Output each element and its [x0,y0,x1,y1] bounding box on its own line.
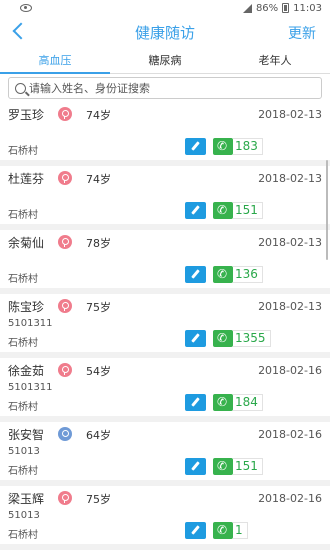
call-button[interactable]: 1355 [213,330,271,347]
patient-name: 徐金茹 [8,364,45,378]
patient-phone[interactable]: 184 [233,394,263,411]
call-button[interactable]: 136 [213,266,263,283]
patient-name: 陈宝珍 [8,300,45,314]
patient-card[interactable]: 杜莲芬 74岁 2018-02-13 石桥村 151 [0,166,330,224]
patient-village: 石桥村 [8,338,38,349]
patient-card[interactable]: 徐金茹 54岁 2018-02-16 5101311 石桥村 184 [0,358,330,416]
patient-id-number: 5101311 [8,382,53,393]
edit-pencil-icon[interactable] [185,330,206,347]
edit-pencil-icon[interactable] [185,458,206,475]
patient-name: 余菊仙 [8,236,45,250]
patient-age: 75岁 [86,301,111,314]
call-button[interactable]: 151 [213,458,263,475]
patient-card[interactable]: 梁玉辉 75岁 2018-02-16 51013 石桥村 1 [0,486,330,544]
female-icon [58,171,72,185]
followup-date: 2018-02-16 [258,492,322,505]
patient-list: 罗玉珍 74岁 2018-02-13 石桥村 183 杜莲芬 74岁 2018-02-13 石桥… [0,102,330,544]
female-icon [58,235,72,249]
patient-age: 64岁 [86,429,111,442]
patient-name: 杜莲芬 [8,172,45,186]
call-button[interactable]: 1 [213,522,248,539]
edit-pencil-icon[interactable] [185,522,206,539]
scrollbar[interactable] [326,160,328,260]
patient-village: 石桥村 [8,274,38,285]
call-button[interactable]: 184 [213,394,263,411]
tab-bar: 高血压 糖尿病 老年人 [0,48,330,74]
patient-age: 74岁 [86,173,111,186]
followup-date: 2018-02-16 [258,428,322,441]
tab-elderly[interactable]: 老年人 [220,48,330,73]
status-left [8,4,32,12]
female-icon [58,491,72,505]
patient-age: 74岁 [86,109,111,122]
patient-id-number: 5101311 [8,318,53,329]
page-title: 健康随访 [134,23,195,42]
patient-age: 54岁 [86,365,111,378]
search-box [8,77,322,99]
nav-bar: 健康随访 更新 [0,16,330,48]
refresh-button[interactable]: 更新 [288,23,316,43]
search-input[interactable] [29,81,321,95]
followup-date: 2018-02-13 [258,172,322,185]
back-arrow-icon[interactable] [12,23,26,37]
patient-phone[interactable]: 183 [233,138,263,155]
patient-village: 石桥村 [8,466,38,477]
edit-pencil-icon[interactable] [185,394,206,411]
edit-pencil-icon[interactable] [185,138,206,155]
phone-icon[interactable] [213,522,233,539]
patient-age: 75岁 [86,493,111,506]
female-icon [58,299,72,313]
call-button[interactable]: 151 [213,202,263,219]
patient-age: 78岁 [86,237,111,250]
battery-percent: 86% [255,2,279,14]
search-icon [15,82,26,94]
phone-icon[interactable] [213,330,233,347]
patient-id-number: 51013 [8,510,40,521]
phone-icon[interactable] [213,394,233,411]
patient-village: 石桥村 [8,210,38,221]
patient-name: 梁玉辉 [8,492,45,506]
phone-icon[interactable] [213,458,233,475]
status-right: 86% 11:03 [242,2,322,14]
patient-id-number: 51013 [8,446,40,457]
call-button[interactable]: 183 [213,138,263,155]
patient-card[interactable]: 陈宝珍 75岁 2018-02-13 5101311 石桥村 1355 [0,294,330,352]
phone-icon[interactable] [213,266,233,283]
signal-icon [242,3,252,13]
followup-date: 2018-02-13 [258,108,322,121]
patient-phone[interactable]: 136 [233,266,263,283]
male-icon [58,427,72,441]
patient-phone[interactable]: 1 [233,522,248,539]
female-icon [58,363,72,377]
patient-name: 罗玉珍 [8,108,45,122]
eye-icon [20,4,32,12]
followup-date: 2018-02-13 [258,300,322,313]
female-icon [58,107,72,121]
status-bar: 86% 11:03 [0,0,330,16]
phone-icon[interactable] [213,138,233,155]
patient-name: 张安智 [8,428,45,442]
battery-icon [282,3,290,13]
tab-diabetes[interactable]: 糖尿病 [110,48,220,73]
search-bar [0,74,330,102]
edit-pencil-icon[interactable] [185,202,206,219]
patient-card[interactable]: 罗玉珍 74岁 2018-02-13 石桥村 183 [0,102,330,160]
followup-date: 2018-02-16 [258,364,322,377]
patient-village: 石桥村 [8,146,38,157]
tab-hypertension[interactable]: 高血压 [0,48,110,74]
patient-phone[interactable]: 151 [233,202,263,219]
patient-village: 石桥村 [8,530,38,541]
patient-village: 石桥村 [8,402,38,413]
followup-date: 2018-02-13 [258,236,322,249]
patient-card[interactable]: 余菊仙 78岁 2018-02-13 石桥村 136 [0,230,330,288]
clock: 11:03 [293,2,322,14]
patient-card[interactable]: 张安智 64岁 2018-02-16 51013 石桥村 151 [0,422,330,480]
patient-phone[interactable]: 151 [233,458,263,475]
phone-icon[interactable] [213,202,233,219]
patient-phone[interactable]: 1355 [233,330,271,347]
edit-pencil-icon[interactable] [185,266,206,283]
